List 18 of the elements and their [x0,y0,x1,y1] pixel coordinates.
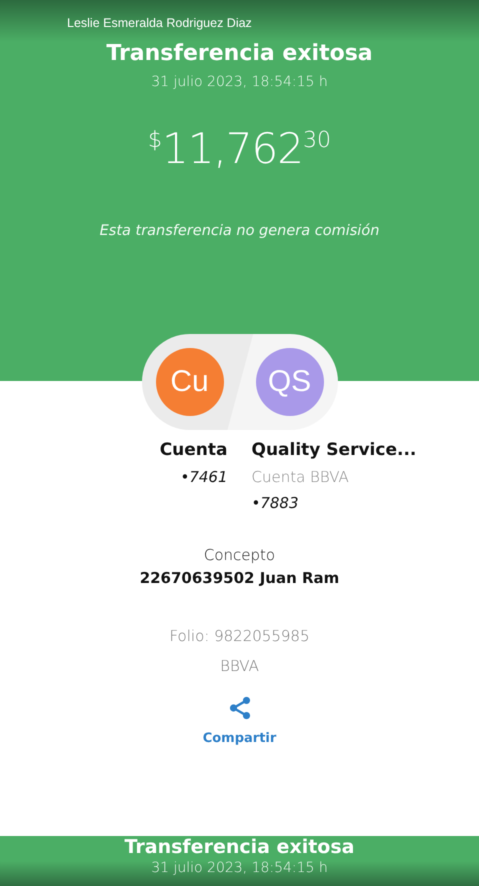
account-avatar: QS [256,348,324,416]
account-name: Cuenta [160,440,228,460]
account-avatar: Cu [156,348,224,416]
account-number: •7883 [252,494,299,512]
concept-label: Concepto [204,546,276,564]
share-button[interactable]: Compartir [202,695,276,746]
bank-account-type: Cuenta BBVA [252,468,349,486]
account-name: Quality Service... [252,440,416,460]
transfer-title: Transferencia exitosa [124,836,354,858]
commission-note: Esta transferencia no genera comisión [100,223,380,239]
folio-number: Folio: 9822055985 [169,627,310,645]
concept-value: 22670639502 Juan Ram [140,569,340,587]
transfer-datetime: 31 julio 2023, 18:54:15 h [151,74,328,90]
account-number: •7461 [180,468,228,486]
transfer-title: Transferencia exitosa [106,41,373,66]
bank-name: BBVA [220,657,259,675]
user-name: Leslie Esmeralda Rodriguez Diaz [67,16,252,30]
transfer-datetime: 31 julio 2023, 18:54:15 h [151,859,328,878]
